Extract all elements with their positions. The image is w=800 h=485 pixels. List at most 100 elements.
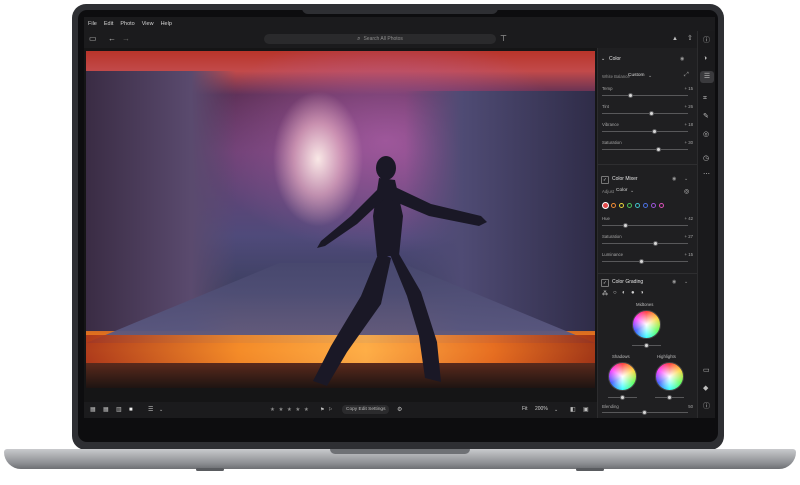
vibrance-value[interactable]: + 18 xyxy=(685,122,693,127)
color-visibility-eye-icon[interactable]: ◉ xyxy=(680,56,684,62)
flag-reject-icon[interactable]: ⚐ xyxy=(328,406,332,414)
global-mode-icon[interactable]: ◑ xyxy=(640,290,644,296)
white-balance-select[interactable]: Custom xyxy=(628,73,645,78)
chevron-down-icon[interactable]: ⌄ xyxy=(159,406,163,414)
tint-slider-knob[interactable] xyxy=(648,111,654,116)
midtones-slider-knob[interactable] xyxy=(644,343,649,348)
menu-file[interactable]: File xyxy=(88,21,97,27)
midtones-color-wheel[interactable] xyxy=(632,310,661,339)
crop-icon[interactable]: ⌗ xyxy=(703,95,707,103)
more-options-icon[interactable]: ⋯ xyxy=(703,171,710,179)
saturation-slider-knob[interactable] xyxy=(655,147,661,152)
blending-value[interactable]: 50 xyxy=(688,404,693,409)
sort-icon[interactable]: ☰ xyxy=(148,406,153,414)
notification-bell-icon[interactable]: ▲ xyxy=(672,34,678,44)
temp-slider-knob[interactable] xyxy=(628,93,634,98)
three-way-icon[interactable]: ⁂ xyxy=(602,290,608,297)
saturation-slider[interactable] xyxy=(602,147,688,152)
color-mixer-eye-icon[interactable]: ◉ xyxy=(672,176,676,182)
copy-edit-settings-button[interactable]: Copy Edit Settings xyxy=(342,405,390,414)
search-input[interactable]: Search All Photos xyxy=(363,36,402,42)
forward-arrow-icon[interactable]: → xyxy=(122,34,130,44)
single-view-icon[interactable]: ■ xyxy=(129,406,133,414)
zoom-level[interactable]: 200% xyxy=(535,406,548,412)
hue-slider-knob[interactable] xyxy=(623,223,629,228)
shadows-mode-icon[interactable]: ○ xyxy=(613,290,617,296)
info-icon[interactable]: ⓘ xyxy=(703,403,710,411)
compare-view-icon[interactable]: ▥ xyxy=(116,406,122,414)
highlights-luminance-slider[interactable] xyxy=(655,395,684,400)
square-grid-icon[interactable]: ▦ xyxy=(103,406,109,414)
hue-value[interactable]: + 42 xyxy=(685,216,693,221)
saturation-value[interactable]: + 30 xyxy=(685,140,693,145)
filter-icon[interactable]: ⊤ xyxy=(500,34,507,44)
mixer-saturation-value[interactable]: + 27 xyxy=(685,234,693,239)
temp-value[interactable]: + 15 xyxy=(685,86,693,91)
color-section-chevron-icon[interactable]: ⌄ xyxy=(601,56,605,62)
comments-icon[interactable]: ▭ xyxy=(703,367,710,375)
panel-toggle-icon[interactable]: ▭ xyxy=(89,34,97,44)
blending-slider-knob[interactable] xyxy=(642,410,647,415)
help-icon[interactable]: ⓘ xyxy=(703,37,710,45)
tint-slider[interactable] xyxy=(602,111,688,116)
hue-slider[interactable] xyxy=(602,223,688,228)
menu-photo[interactable]: Photo xyxy=(120,21,134,27)
healing-icon[interactable]: ✎ xyxy=(703,113,709,121)
edit-sliders-icon[interactable]: ☰ xyxy=(700,71,714,83)
before-after-icon[interactable]: ◧ xyxy=(570,406,576,414)
swatch-red[interactable] xyxy=(603,203,608,208)
midtones-mode-icon[interactable]: ◐ xyxy=(622,290,626,296)
swatch-magenta[interactable] xyxy=(659,203,664,208)
color-section-title[interactable]: Color xyxy=(609,56,621,62)
luminance-value[interactable]: + 15 xyxy=(685,252,693,257)
shadows-luminance-slider[interactable] xyxy=(608,395,637,400)
color-mixer-toggle-icon[interactable]: ✓ xyxy=(601,176,609,184)
menu-edit[interactable]: Edit xyxy=(104,21,113,27)
settings-gear-icon[interactable]: ⚙ xyxy=(397,406,402,414)
search-bar[interactable]: ⌕ Search All Photos xyxy=(264,34,496,44)
fullscreen-icon[interactable]: ▣ xyxy=(583,406,589,414)
swatch-green[interactable] xyxy=(627,203,632,208)
flag-pick-icon[interactable]: ⚑ xyxy=(320,406,324,414)
midtones-luminance-slider[interactable] xyxy=(632,343,661,348)
back-arrow-icon[interactable]: ← xyxy=(108,34,116,44)
color-grading-toggle-icon[interactable]: ✓ xyxy=(601,279,609,287)
highlights-color-wheel[interactable] xyxy=(655,362,684,391)
share-icon[interactable]: ⇧ xyxy=(687,34,693,44)
target-adjust-icon[interactable]: ◎ xyxy=(684,188,689,195)
photo-canvas[interactable] xyxy=(84,48,597,402)
menu-view[interactable]: View xyxy=(142,21,154,27)
color-grading-chevron-icon[interactable]: ⌄ xyxy=(684,279,688,285)
star-rating[interactable]: ★ ★ ★ ★ ★ xyxy=(270,407,310,413)
tint-value[interactable]: + 26 xyxy=(685,104,693,109)
menu-help[interactable]: Help xyxy=(161,21,172,27)
blending-slider[interactable] xyxy=(602,410,688,415)
adjust-chevron-icon[interactable]: ⌄ xyxy=(630,188,634,194)
luminance-slider[interactable] xyxy=(602,259,688,264)
vibrance-slider[interactable] xyxy=(602,129,688,134)
fit-button[interactable]: Fit xyxy=(522,406,528,412)
tag-icon[interactable]: ◆ xyxy=(703,385,708,393)
zoom-chevron-icon[interactable]: ⌄ xyxy=(554,406,558,414)
adjust-select[interactable]: Color xyxy=(616,188,627,193)
color-mixer-chevron-icon[interactable]: ⌄ xyxy=(684,176,688,182)
shadows-slider-knob[interactable] xyxy=(620,395,625,400)
highlights-slider-knob[interactable] xyxy=(667,395,672,400)
mixer-saturation-slider[interactable] xyxy=(602,241,688,246)
color-grading-eye-icon[interactable]: ◉ xyxy=(672,279,676,285)
masking-icon[interactable]: ◎ xyxy=(703,131,709,139)
swatch-aqua[interactable] xyxy=(635,203,640,208)
luminance-slider-knob[interactable] xyxy=(638,259,644,264)
white-balance-chevron-icon[interactable]: ⌄ xyxy=(648,73,652,79)
swatch-blue[interactable] xyxy=(643,203,648,208)
highlights-mode-icon[interactable]: ● xyxy=(631,290,635,296)
color-grading-title[interactable]: Color Grading xyxy=(612,279,643,285)
eyedropper-icon[interactable]: ⤢ xyxy=(684,72,689,79)
grid-view-icon[interactable]: ▦ xyxy=(90,406,96,414)
color-mixer-title[interactable]: Color Mixer xyxy=(612,176,638,182)
temp-slider[interactable] xyxy=(602,93,688,98)
mixer-saturation-slider-knob[interactable] xyxy=(653,241,659,246)
swatch-orange[interactable] xyxy=(611,203,616,208)
shadows-color-wheel[interactable] xyxy=(608,362,637,391)
vibrance-slider-knob[interactable] xyxy=(652,129,658,134)
